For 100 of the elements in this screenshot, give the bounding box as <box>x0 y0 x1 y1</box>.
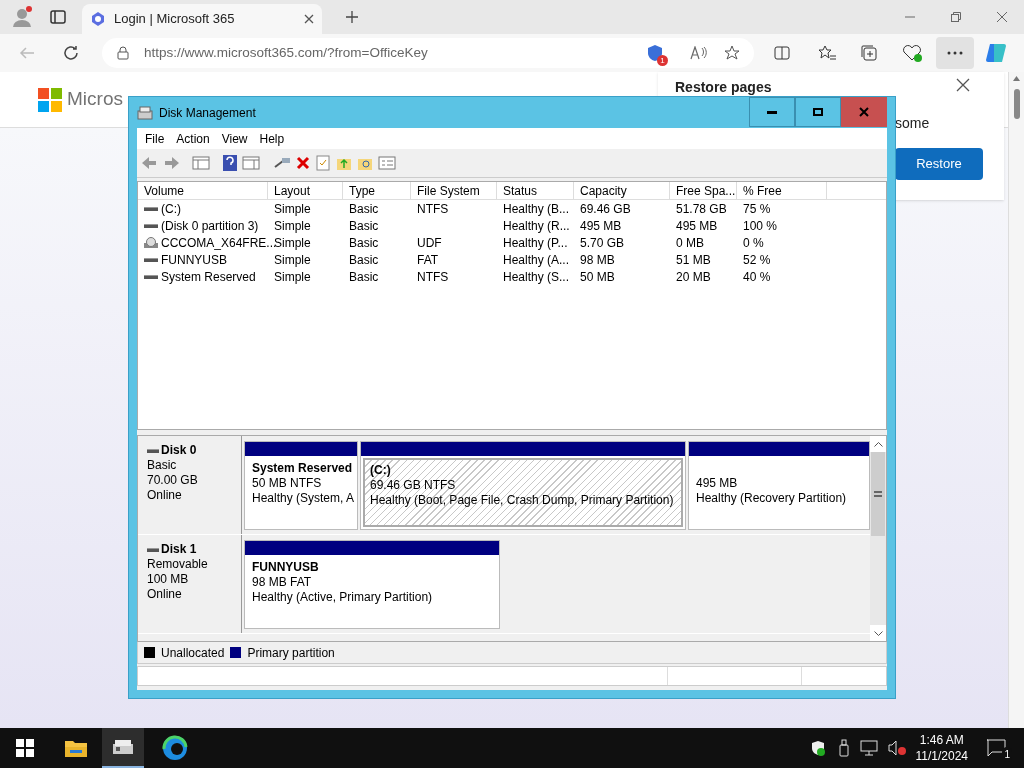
column-header[interactable]: Free Spa... <box>670 182 737 200</box>
edge-icon[interactable] <box>162 735 188 761</box>
table-cell-text: 98 MB <box>580 251 615 269</box>
table-cell-text: CCCOMA_X64FRE... <box>161 234 277 252</box>
address-bar[interactable]: https://www.microsoft365.com/?from=OfficeKey 1 <box>102 38 754 68</box>
usb-icon[interactable] <box>837 739 850 757</box>
table-cell-text: 100 % <box>743 217 778 235</box>
partition-size: 98 MB FAT <box>252 575 313 590</box>
menu-item[interactable]: Help <box>253 129 291 148</box>
partition[interactable]: 495 MB Healthy (Recovery Partition) <box>688 441 870 530</box>
table-cell-text: Healthy (P... <box>503 234 568 252</box>
more-icon <box>947 51 963 55</box>
new-tab-icon[interactable] <box>346 11 358 23</box>
disk-status: Online <box>147 587 183 602</box>
legend-label: Primary partition <box>247 644 335 662</box>
partition-status: Healthy (Recovery Partition) <box>696 491 848 506</box>
table-cell-text: Healthy (B... <box>503 200 570 218</box>
start-icon[interactable] <box>16 739 34 757</box>
console-tree-icon[interactable] <box>192 155 210 171</box>
browser-tab[interactable]: Login | Microsoft 365 <box>82 4 322 34</box>
scroll-thumb[interactable] <box>871 452 885 536</box>
table-cell-text: Healthy (S... <box>503 268 570 286</box>
menu-item[interactable]: View <box>215 129 254 148</box>
close-button[interactable] <box>841 97 887 127</box>
table-cell-text: Healthy (R... <box>503 217 570 235</box>
refresh-icon[interactable] <box>62 44 80 62</box>
column-header[interactable]: Capacity <box>574 182 670 200</box>
scroll-up-icon[interactable] <box>873 441 883 447</box>
taskbar-app-button[interactable] <box>102 728 144 768</box>
table-cell-text: Simple <box>274 200 311 218</box>
profile-icon[interactable] <box>10 5 34 29</box>
connect-icon[interactable] <box>273 155 291 171</box>
app-icon <box>137 105 153 120</box>
partition[interactable]: (C:) 69.46 GB NTFS Healthy (Boot, Page File, Crash Dump, Primary Partition) <box>360 441 686 530</box>
disk-name: Disk 0 <box>161 443 197 458</box>
table-cell-text: FUNNYUSB <box>161 251 227 269</box>
table-cell-text: 75 % <box>743 200 771 218</box>
clock-time[interactable]: 1:46 AM <box>919 732 964 748</box>
column-header[interactable]: Status <box>497 182 574 200</box>
logo-icon <box>38 87 62 112</box>
help-icon[interactable] <box>223 155 237 171</box>
partition-label: (C:) <box>370 463 392 478</box>
column-header[interactable]: Volume <box>138 182 268 200</box>
maximize-button[interactable] <box>795 97 841 127</box>
badge-count: 1 <box>657 55 668 66</box>
menu-item[interactable]: File <box>139 129 171 148</box>
close-icon[interactable] <box>996 11 1008 23</box>
delete-icon[interactable] <box>296 156 310 170</box>
star-icon[interactable] <box>724 45 740 61</box>
table-cell-text: NTFS <box>417 268 449 286</box>
partition-label: FUNNYUSB <box>252 560 320 575</box>
heart-pulse-icon[interactable] <box>902 44 922 62</box>
restore-icon[interactable] <box>950 11 962 23</box>
scrollbar[interactable] <box>1008 72 1024 728</box>
scroll-up-icon[interactable] <box>1013 76 1020 81</box>
column-header[interactable]: File System <box>411 182 497 200</box>
panel-title: Restore pages <box>675 78 772 97</box>
favorites-icon[interactable] <box>818 45 836 61</box>
minimize-button[interactable] <box>749 97 795 127</box>
close-icon[interactable] <box>304 14 314 24</box>
scroll-thumb[interactable] <box>1013 89 1020 119</box>
logo-text: Micros <box>67 87 123 112</box>
muted-speaker-icon[interactable] <box>887 740 906 756</box>
partition[interactable]: System Reserved 50 MB NTFS Healthy (System, A <box>244 441 358 530</box>
network-icon[interactable] <box>859 740 878 756</box>
drive-icon <box>144 257 158 262</box>
close-icon <box>859 107 869 117</box>
drive-icon <box>144 206 158 211</box>
menu-item[interactable]: Action <box>170 129 216 148</box>
site-icon <box>90 11 106 27</box>
partition[interactable]: FUNNYUSB 98 MB FAT Healthy (Active, Primary Partition) <box>244 540 500 629</box>
disk-size: 100 MB <box>147 572 190 587</box>
partition-status: Healthy (Boot, Page File, Crash Dump, Primary Partition) <box>370 493 675 508</box>
restore-button[interactable]: Restore <box>895 148 983 180</box>
pane-icon[interactable] <box>242 155 260 171</box>
column-header[interactable]: Layout <box>268 182 343 200</box>
disk-type: Basic <box>147 458 178 473</box>
drive-icon <box>144 274 158 279</box>
tabs-icon[interactable] <box>50 9 66 25</box>
scrollbar[interactable] <box>870 436 886 641</box>
table-cell-text: Simple <box>274 217 311 235</box>
split-screen-icon[interactable] <box>774 45 790 61</box>
checklist-icon[interactable] <box>315 155 331 171</box>
close-icon[interactable] <box>956 78 970 92</box>
column-header[interactable]: Type <box>343 182 411 200</box>
scroll-down-icon[interactable] <box>873 630 883 636</box>
disk-management-icon <box>112 738 134 756</box>
collections-icon[interactable] <box>860 44 878 62</box>
table-cell-text: 51 MB <box>676 251 711 269</box>
column-header[interactable]: % Free <box>737 182 827 200</box>
security-icon[interactable] <box>809 740 826 756</box>
table-cell-text: Simple <box>274 268 311 286</box>
copilot-icon[interactable] <box>984 41 1008 65</box>
table-cell-text: FAT <box>417 251 439 269</box>
table-cell-text: Simple <box>274 234 311 252</box>
table-cell-text: 50 MB <box>580 268 615 286</box>
read-aloud-icon[interactable] <box>690 46 708 60</box>
folder-icon[interactable] <box>64 738 88 758</box>
disk-name: Disk 1 <box>161 542 197 557</box>
clock-date[interactable]: 11/1/2024 <box>915 748 968 764</box>
